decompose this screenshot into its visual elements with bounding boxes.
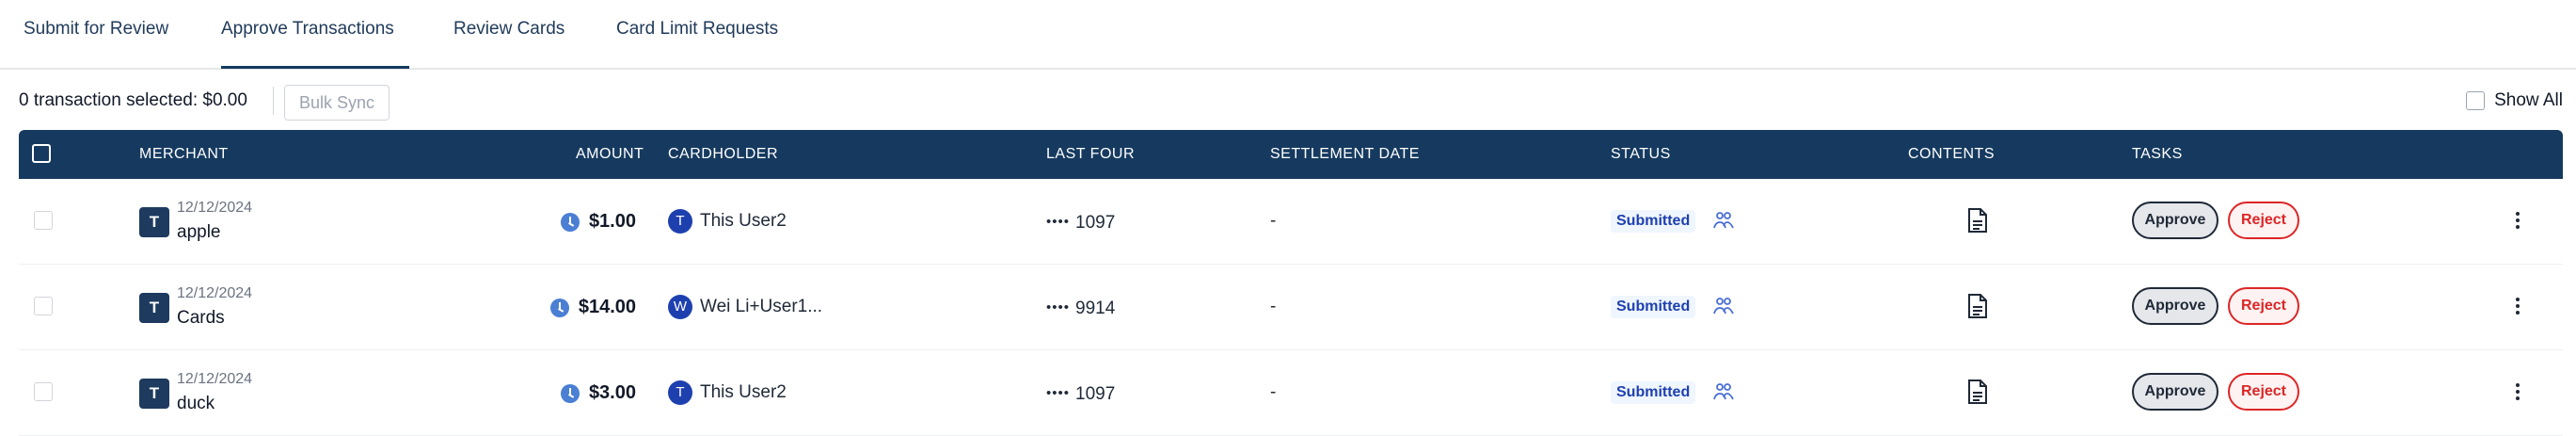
toolbar: 0 transaction selected: $0.00 Bulk Sync … <box>0 70 2576 132</box>
settlement-date: - <box>1270 211 1277 231</box>
merchant-name: Cards <box>177 308 225 328</box>
selection-summary: 0 transaction selected: $0.00 <box>19 90 247 110</box>
document-icon[interactable] <box>1966 207 1989 238</box>
col-last-four[interactable]: LAST FOUR <box>1046 146 1135 163</box>
transaction-date: 12/12/2024 <box>177 285 253 301</box>
last-four-digits: 1097 <box>1075 384 1116 404</box>
show-all-toggle[interactable]: Show All <box>2466 90 2563 111</box>
cardholder-avatar: T <box>668 209 692 234</box>
merchant-name: apple <box>177 222 221 242</box>
approvers-icon[interactable] <box>1712 209 1735 236</box>
table-row[interactable]: T 12/12/2024 duck $3.00 T This User2 •••… <box>19 350 2563 436</box>
select-all-checkbox[interactable] <box>32 144 51 163</box>
table-row[interactable]: T 12/12/2024 Cards $14.00 W Wei Li+User1… <box>19 265 2563 350</box>
col-status[interactable]: STATUS <box>1611 146 1671 163</box>
col-contents: CONTENTS <box>1908 146 1995 162</box>
merchant-avatar: T <box>139 379 169 409</box>
document-icon[interactable] <box>1966 293 1989 324</box>
masked-dots: •••• <box>1046 214 1071 230</box>
transactions-table: MERCHANT AMOUNT CARDHOLDER LAST FOUR SET… <box>19 130 2563 436</box>
last-four-digits: 9914 <box>1075 299 1116 318</box>
row-checkbox[interactable] <box>34 382 53 401</box>
tab-bar: Submit for Review Approve Transactions R… <box>0 0 2576 70</box>
tab-approve-transactions[interactable]: Approve Transactions <box>221 19 409 69</box>
last-four-digits: 1097 <box>1075 213 1116 233</box>
more-options-icon[interactable] <box>2512 209 2523 232</box>
table-header: MERCHANT AMOUNT CARDHOLDER LAST FOUR SET… <box>19 130 2563 179</box>
reject-button[interactable]: Reject <box>2228 287 2299 325</box>
amount-value: $3.00 <box>588 382 636 403</box>
row-checkbox[interactable] <box>34 297 53 315</box>
table-row[interactable]: T 12/12/2024 apple $1.00 T This User2 ••… <box>19 179 2563 265</box>
reject-button[interactable]: Reject <box>2228 202 2299 239</box>
cardholder-name: This User2 <box>700 382 787 402</box>
merchant-avatar: T <box>139 207 169 237</box>
last-four: •••• 9914 <box>1046 299 1115 319</box>
last-four: •••• 1097 <box>1046 213 1115 234</box>
pending-clock-icon <box>560 383 580 403</box>
document-icon[interactable] <box>1966 379 1989 410</box>
pending-clock-icon <box>549 298 569 317</box>
col-tasks: TASKS <box>2132 146 2183 162</box>
show-all-checkbox[interactable] <box>2466 91 2486 110</box>
masked-dots: •••• <box>1046 385 1071 401</box>
pending-clock-icon <box>560 212 580 232</box>
approve-button[interactable]: Approve <box>2132 373 2218 411</box>
tab-review-cards[interactable]: Review Cards <box>453 19 564 66</box>
divider <box>273 87 274 115</box>
tab-card-limit-requests[interactable]: Card Limit Requests <box>616 19 778 66</box>
cardholder-name: Wei Li+User1... <box>700 297 823 316</box>
cardholder-avatar: W <box>668 295 692 319</box>
amount-value: $1.00 <box>588 211 636 232</box>
tab-submit-for-review[interactable]: Submit for Review <box>24 19 168 66</box>
reject-button[interactable]: Reject <box>2228 373 2299 411</box>
settlement-date: - <box>1270 382 1277 402</box>
approve-button[interactable]: Approve <box>2132 287 2218 325</box>
more-options-icon[interactable] <box>2512 295 2523 317</box>
cardholder-avatar: T <box>668 380 692 405</box>
merchant-name: duck <box>177 394 215 413</box>
amount: $14.00 <box>549 297 636 318</box>
status-badge: Submitted <box>1611 210 1696 233</box>
row-checkbox[interactable] <box>34 211 53 230</box>
transaction-date: 12/12/2024 <box>177 371 253 387</box>
col-amount[interactable]: AMOUNT <box>576 146 644 163</box>
col-settlement-date[interactable]: SETTLEMENT DATE <box>1270 146 1420 163</box>
col-cardholder[interactable]: CARDHOLDER <box>668 146 778 163</box>
cardholder-name: This User2 <box>700 211 787 231</box>
approvers-icon[interactable] <box>1712 295 1735 322</box>
transaction-date: 12/12/2024 <box>177 200 253 216</box>
merchant-avatar: T <box>139 293 169 323</box>
status-badge: Submitted <box>1611 381 1696 404</box>
status-badge: Submitted <box>1611 296 1696 318</box>
masked-dots: •••• <box>1046 299 1071 315</box>
show-all-label: Show All <box>2494 90 2563 110</box>
settlement-date: - <box>1270 297 1277 316</box>
col-merchant[interactable]: MERCHANT <box>139 146 229 163</box>
approvers-icon[interactable] <box>1712 380 1735 408</box>
amount: $3.00 <box>560 382 636 404</box>
more-options-icon[interactable] <box>2512 380 2523 403</box>
bulk-sync-button[interactable]: Bulk Sync <box>284 85 390 121</box>
amount: $1.00 <box>560 211 636 233</box>
amount-value: $14.00 <box>578 297 636 317</box>
last-four: •••• 1097 <box>1046 384 1115 405</box>
approve-button[interactable]: Approve <box>2132 202 2218 239</box>
